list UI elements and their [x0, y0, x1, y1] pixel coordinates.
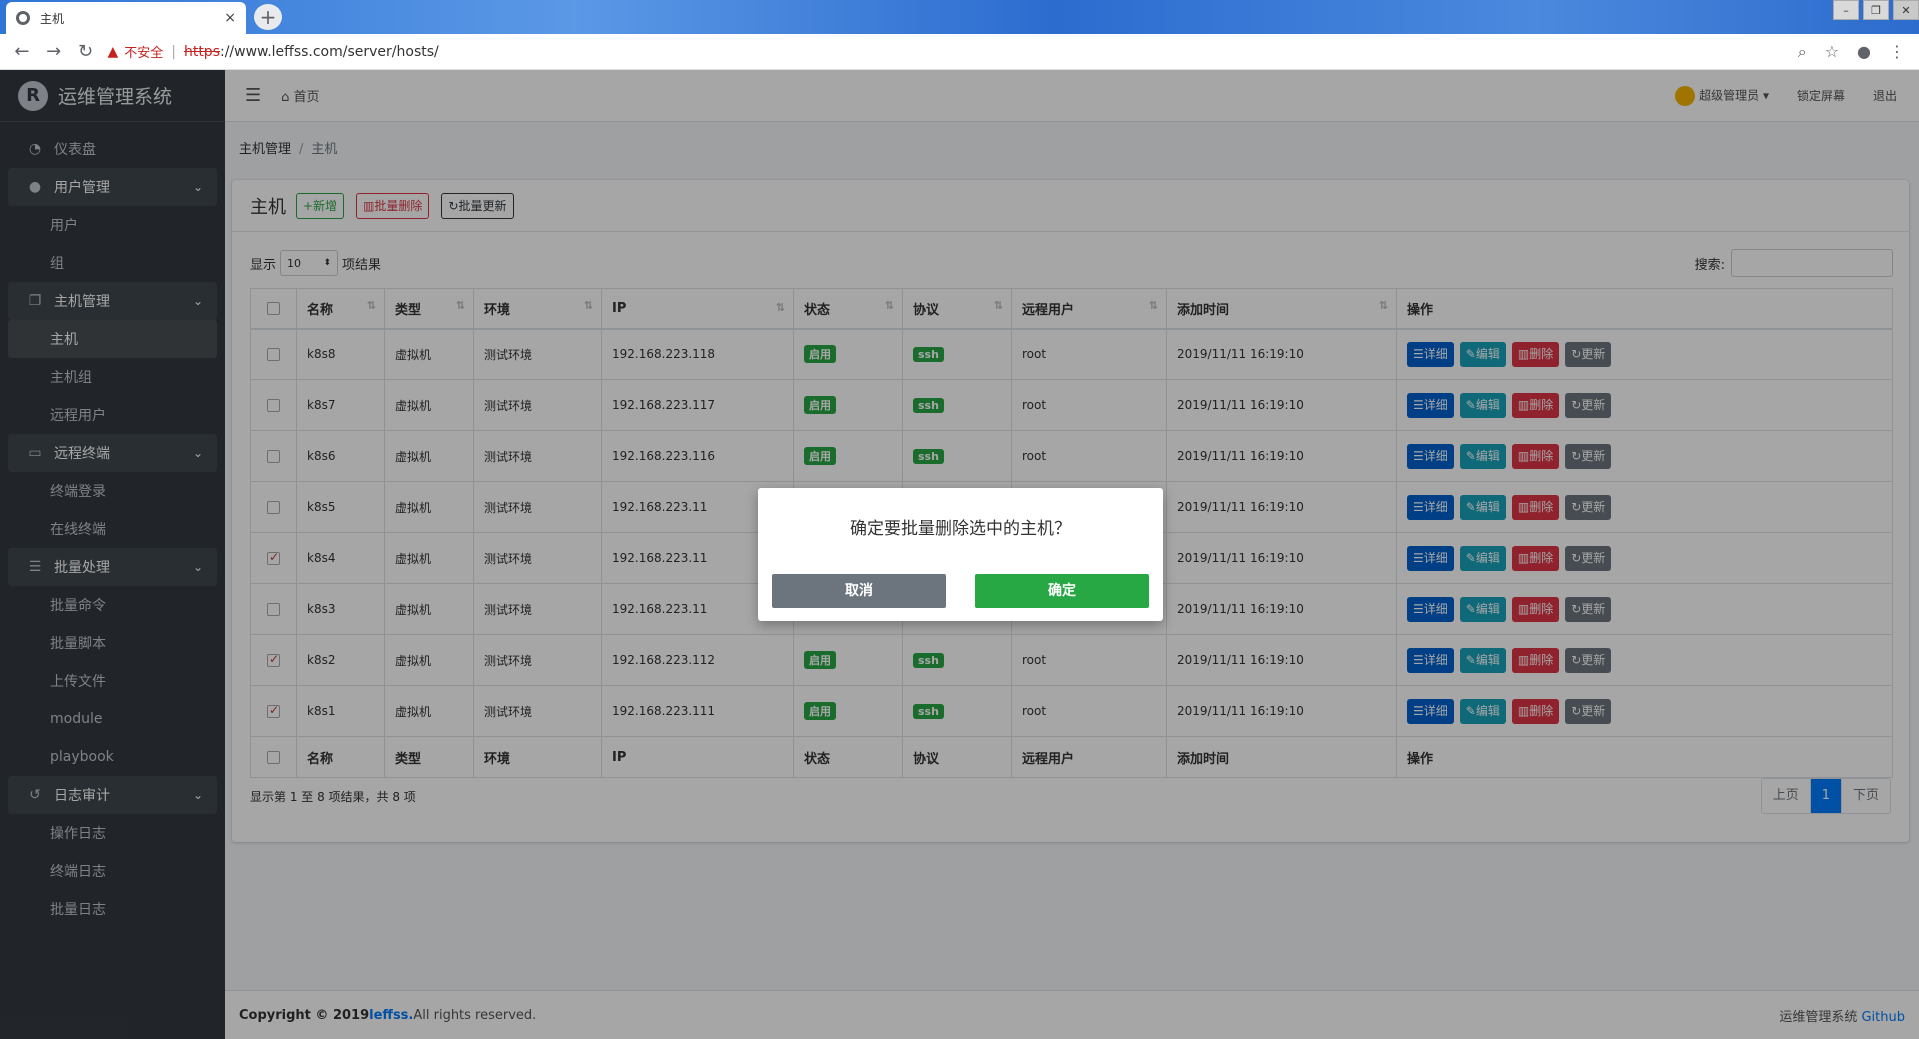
warning-icon: ▲	[107, 43, 119, 60]
back-icon[interactable]: ←	[6, 41, 38, 62]
reload-icon[interactable]: ↻	[70, 41, 102, 62]
new-tab-button[interactable]: +	[254, 4, 282, 30]
url-text: ://www.leffss.com/server/hosts/	[220, 43, 439, 60]
address-icons: ⌕ ☆ ● ⋮	[1798, 42, 1919, 62]
dialog-buttons: 取消 确定	[772, 574, 1149, 608]
window-controls: – ❐ ✕	[1829, 0, 1919, 20]
insecure-label: 不安全	[124, 46, 164, 61]
account-icon[interactable]: ●	[1857, 42, 1871, 61]
confirm-button[interactable]: 确定	[975, 574, 1149, 608]
close-window-button[interactable]: ✕	[1893, 0, 1919, 20]
maximize-button[interactable]: ❐	[1863, 0, 1889, 20]
confirm-dialog: 确定要批量删除选中的主机？ 取消 确定	[758, 488, 1163, 621]
dialog-message: 确定要批量删除选中的主机？	[850, 519, 1071, 539]
tab-title: 主机	[40, 11, 65, 26]
close-icon[interactable]: ×	[224, 10, 236, 26]
globe-icon	[16, 11, 30, 25]
star-icon[interactable]: ☆	[1825, 42, 1839, 61]
url-separator: |	[171, 43, 176, 60]
browser-tabbar: 主机 × + – ❐ ✕	[0, 0, 1919, 34]
forward-icon[interactable]: →	[38, 41, 70, 62]
menu-icon[interactable]: ⋮	[1889, 42, 1905, 61]
cancel-button[interactable]: 取消	[772, 574, 946, 608]
browser-tab[interactable]: 主机 ×	[6, 2, 246, 34]
url-field[interactable]: ▲ 不安全 | https ://www.leffss.com/server/h…	[107, 38, 1797, 66]
url-scheme: https	[183, 43, 220, 60]
minimize-button[interactable]: –	[1833, 0, 1859, 20]
zoom-icon[interactable]: ⌕	[1798, 42, 1807, 62]
address-bar: ← → ↻ ▲ 不安全 | https ://www.leffss.com/se…	[0, 34, 1919, 70]
